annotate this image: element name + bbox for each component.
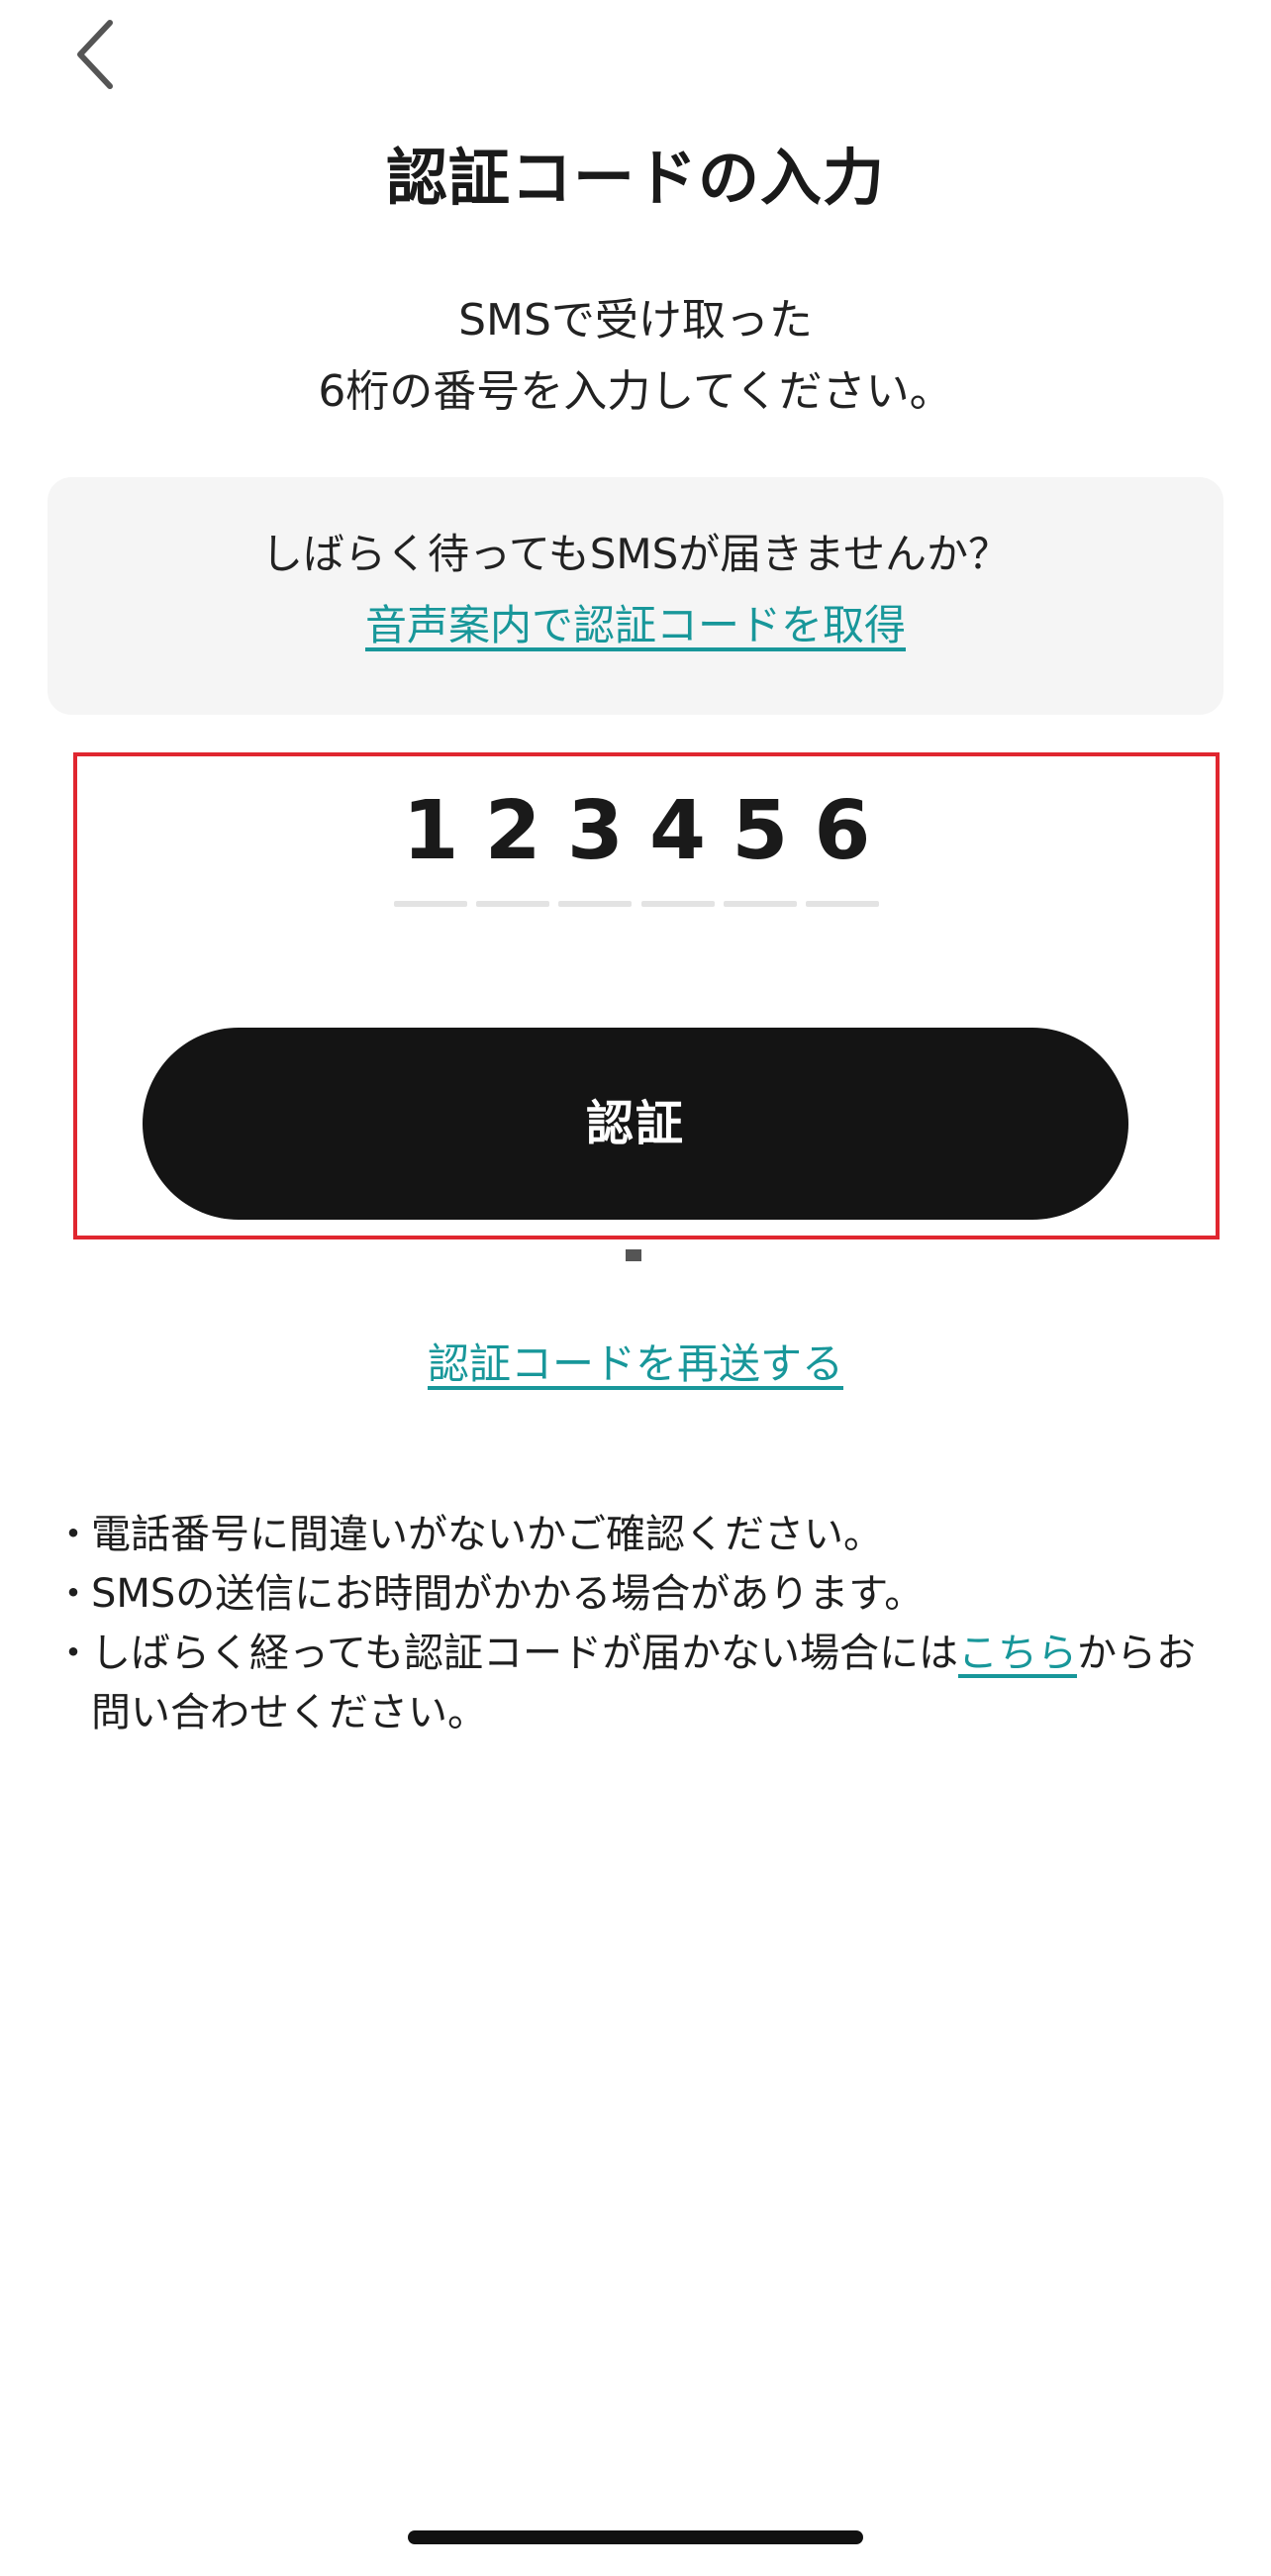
page-title: 認証コードの入力 [385,142,885,214]
note-text: しばらく経っても認証コードが届かない場合には [91,1631,958,1676]
bullet: ・ [53,1512,93,1557]
bullet: ・ [53,1571,93,1617]
code-digit: 3 [566,784,624,878]
verification-code-input[interactable]: 1 2 3 4 5 6 [394,777,879,911]
note-item: ・ しばらく経っても認証コードが届かない場合にはこちらからお問い合わせください。 [49,1624,1198,1742]
instruction-text: SMSで受け取った 6桁の番号を入力してください。 [0,285,1271,428]
code-digit-underline [476,901,550,907]
chevron-left-icon [77,20,113,89]
code-digit: 1 [402,784,459,878]
code-digit-field-6[interactable]: 6 [805,777,879,911]
code-digit-underline [640,901,715,907]
note-text: SMSの送信にお時間がかかる場合があります。 [91,1571,925,1617]
code-digit: 5 [732,784,789,878]
small-mark [626,1249,641,1261]
verify-button[interactable]: 認証 [143,1028,1128,1220]
code-digit-underline [394,901,467,907]
code-digit: 6 [814,784,871,878]
code-digit-underline [558,901,633,907]
bullet: ・ [53,1631,93,1676]
code-digit-field-4[interactable]: 4 [640,777,715,911]
code-digit-underline [723,901,797,907]
sms-notice-text: しばらく待ってもSMSが届きませんか？ [260,530,1011,578]
code-digit-field-1[interactable]: 1 [394,777,467,911]
home-indicator [408,2530,863,2544]
voice-guidance-link[interactable]: 音声案内で認証コードを取得 [48,594,1223,657]
code-digit: 2 [484,784,541,878]
sms-notice-card: しばらく待ってもSMSが届きませんか？ 音声案内で認証コードを取得 [48,477,1223,715]
instruction-line-1: SMSで受け取った [458,295,813,346]
code-digit-field-5[interactable]: 5 [723,777,797,911]
notes-list: ・ 電話番号に間違いがないかご確認ください。 ・ SMSの送信にお時間がかかる場… [49,1505,1198,1742]
code-digit-field-3[interactable]: 3 [558,777,633,911]
note-item: ・ 電話番号に間違いがないかご確認ください。 [49,1505,1198,1564]
resend-code-link[interactable]: 認証コードを再送する [0,1333,1271,1396]
code-digit: 4 [649,784,707,878]
code-digit-field-2[interactable]: 2 [476,777,550,911]
code-digit-underline [805,901,879,907]
note-text: 電話番号に間違いがないかご確認ください。 [91,1512,883,1557]
note-item: ・ SMSの送信にお時間がかかる場合があります。 [49,1564,1198,1624]
back-button[interactable] [49,10,139,99]
instruction-line-2: 6桁の番号を入力してください。 [318,366,953,417]
contact-link[interactable]: こちら [958,1631,1077,1676]
